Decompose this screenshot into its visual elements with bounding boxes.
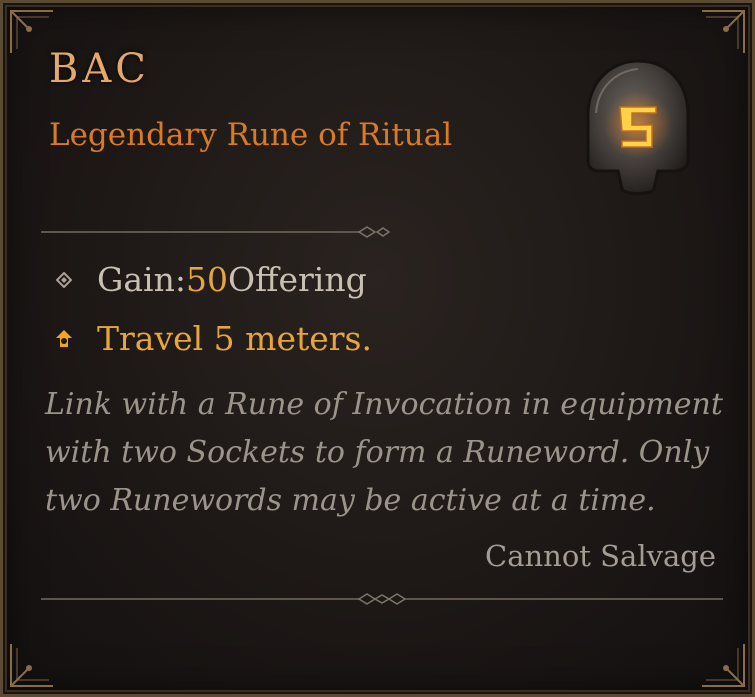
item-name: BAC [49,46,150,92]
affix-gain-value: 50 [185,260,228,299]
affix-condition-label: Travel 5 meters. [97,319,372,358]
section-divider [41,226,391,238]
section-divider [41,593,723,605]
affix-gain-label: Gain: [97,260,186,299]
rune-stone-icon [586,59,690,195]
salvage-status: Cannot Salvage [485,539,716,573]
diamond-bullet-icon [53,269,75,291]
corner-ornament-icon [10,644,53,687]
corner-ornament-icon [702,644,745,687]
item-tooltip: BAC Legendary Rune of Ritual Gain: 50 Of… [0,0,755,697]
rune-condition-icon [53,328,75,350]
affix-gain-suffix: Offering [227,260,367,299]
affix-gain: Gain: 50 Offering [53,259,367,301]
corner-ornament-icon [702,10,745,53]
item-description: Link with a Rune of Invocation in equipm… [45,387,723,518]
affix-condition: Travel 5 meters. [53,318,372,360]
item-rarity-type: Legendary Rune of Ritual [49,117,453,153]
